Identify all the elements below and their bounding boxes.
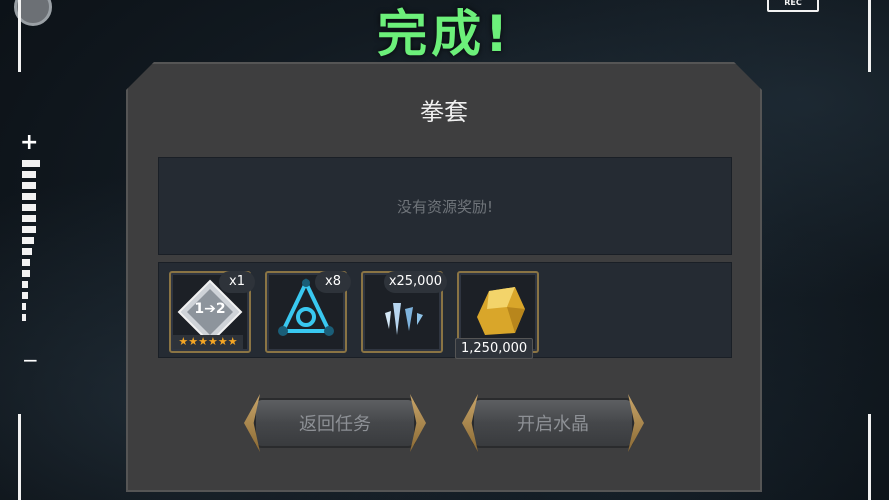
reward-amount: 1,250,000 [455,338,534,359]
open-crystal-button[interactable]: 开启水晶 [462,394,644,452]
reward-shards[interactable]: x25,000 [361,271,447,353]
return-to-quest-label: 返回任务 [299,414,371,435]
open-crystal-label: 开启水晶 [517,414,589,435]
reward-gold[interactable]: 1,250,000 [455,271,539,359]
reward-qty: x1 [219,271,255,293]
crystal-upgrade-label: 1➔2 [194,301,226,317]
return-to-quest-button[interactable]: 返回任务 [244,394,426,452]
reward-catalyst[interactable]: x8 [265,271,351,353]
zoom-in-icon[interactable]: + [20,132,38,154]
hud-frame-bottom-right [868,414,871,500]
rewards-row: 1➔2 x1 ★★★★★★ x8 x25,000 1,250,000 [158,262,732,359]
star-rating: ★★★★★★ [173,335,243,349]
reward-qty: x8 [315,271,351,293]
reward-crystal-upgrade[interactable]: 1➔2 x1 ★★★★★★ [169,271,255,353]
hud-frame-bottom-left [18,414,21,500]
no-resources-message: 没有资源奖励! [396,197,493,216]
results-panel: 拳套 没有资源奖励! 1➔2 x1 ★★★★★★ x8 x25,000 1,25… [126,62,762,492]
panel-title: 拳套 [420,98,468,126]
reward-qty: x25,000 [383,271,447,293]
complete-title: 完成! [377,5,512,63]
resource-rewards-box: 没有资源奖励! [158,157,732,255]
zoom-out-icon[interactable]: − [22,350,39,370]
zoom-gauge[interactable] [22,160,40,325]
